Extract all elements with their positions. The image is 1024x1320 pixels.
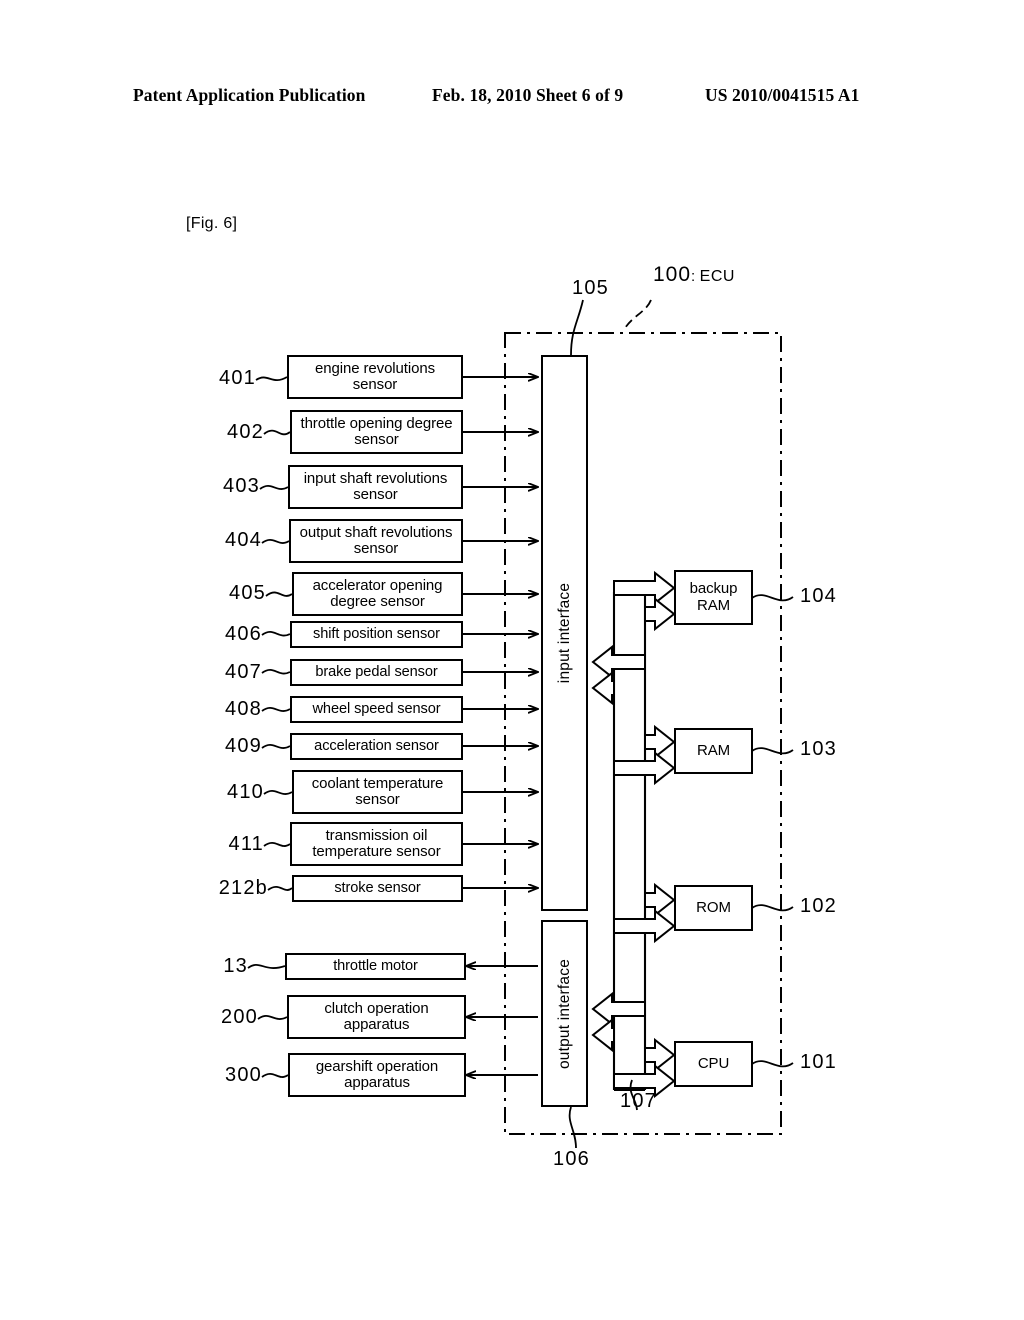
memory-box-ram[interactable]: RAM xyxy=(674,728,753,774)
ref-numeral-300: 300 xyxy=(225,1064,262,1086)
sensor-box-212b[interactable]: stroke sensor xyxy=(292,875,463,902)
sensor-box-403[interactable]: input shaft revolutions sensor xyxy=(288,465,463,509)
sensor-label-411: transmission oil temperature sensor xyxy=(312,826,441,860)
sensor-label-406: shift position sensor xyxy=(313,625,440,642)
ecu-reference-tag: 100: ECU xyxy=(653,263,735,287)
ref-numeral-404: 404 xyxy=(225,529,262,551)
ref-numeral-410: 410 xyxy=(227,781,264,803)
ref-numeral-212b: 212b xyxy=(218,877,268,899)
actuator-box-300[interactable]: gearshift operation apparatus xyxy=(288,1053,466,1097)
ref-numeral-13: 13 xyxy=(223,955,248,977)
ref-numeral-102: 102 xyxy=(800,895,837,917)
interface-block-arrows xyxy=(591,644,646,1053)
sensor-label-403: input shaft revolutions sensor xyxy=(303,469,448,503)
ref-numeral-101: 101 xyxy=(800,1051,837,1073)
ref-numeral-107: 107 xyxy=(620,1090,657,1112)
sensor-box-411[interactable]: transmission oil temperature sensor xyxy=(290,822,463,866)
memory-box-backup-ram[interactable]: backup RAM xyxy=(674,570,753,625)
sensor-label-401: engine revolutions sensor xyxy=(315,359,435,393)
ref-numeral-407: 407 xyxy=(225,661,262,683)
ref-numeral-106: 106 xyxy=(553,1148,590,1170)
cpu-label: CPU xyxy=(697,1054,730,1072)
sensor-label-212b: stroke sensor xyxy=(334,879,421,896)
sensor-label-402: throttle opening degree sensor xyxy=(300,414,453,448)
memory-box-rom[interactable]: ROM xyxy=(674,885,753,931)
actuator-label-200: clutch operation apparatus xyxy=(324,999,429,1033)
sensor-box-407[interactable]: brake pedal sensor xyxy=(290,659,463,686)
actuator-label-13: throttle motor xyxy=(333,957,418,974)
sensor-box-406[interactable]: shift position sensor xyxy=(290,621,463,648)
ref-numeral-104: 104 xyxy=(800,585,837,607)
ref-numeral-105: 105 xyxy=(572,277,609,299)
ecu-separator: : xyxy=(691,268,696,285)
sensor-box-401[interactable]: engine revolutions sensor xyxy=(287,355,463,399)
input-interface-box[interactable]: input interface xyxy=(541,355,588,911)
sensor-label-410: coolant temperature sensor xyxy=(311,774,444,808)
ref-numeral-103: 103 xyxy=(800,738,837,760)
ecu-ref-number: 100 xyxy=(653,263,692,286)
output-interface-label: output interface xyxy=(555,958,573,1069)
ref-numeral-200: 200 xyxy=(221,1006,258,1028)
input-interface-label: input interface xyxy=(555,582,573,684)
figure-6-block-diagram xyxy=(0,0,1024,1320)
sensor-box-402[interactable]: throttle opening degree sensor xyxy=(290,410,463,454)
ref-numeral-409: 409 xyxy=(225,735,262,757)
actuator-label-300: gearshift operation apparatus xyxy=(315,1057,439,1091)
actuator-box-13[interactable]: throttle motor xyxy=(285,953,466,980)
sensor-box-408[interactable]: wheel speed sensor xyxy=(290,696,463,723)
ref-numeral-406: 406 xyxy=(225,623,262,645)
cpu-box[interactable]: CPU xyxy=(674,1041,753,1087)
output-interface-box[interactable]: output interface xyxy=(541,920,588,1107)
memory-label-rom: ROM xyxy=(696,898,731,916)
ref-numeral-405: 405 xyxy=(229,582,266,604)
sensor-label-409: acceleration sensor xyxy=(314,737,439,754)
actuator-box-200[interactable]: clutch operation apparatus xyxy=(287,995,466,1039)
sensor-box-404[interactable]: output shaft revolutions sensor xyxy=(289,519,463,563)
ref-numeral-402: 402 xyxy=(227,421,264,443)
sensor-connector-lines xyxy=(463,377,538,888)
ref-numeral-401: 401 xyxy=(219,367,256,389)
ref-numeral-403: 403 xyxy=(223,475,260,497)
sensor-box-410[interactable]: coolant temperature sensor xyxy=(292,770,463,814)
sensor-label-404: output shaft revolutions sensor xyxy=(299,523,453,557)
sensor-box-409[interactable]: acceleration sensor xyxy=(290,733,463,760)
ref-numeral-408: 408 xyxy=(225,698,262,720)
sensor-label-405: accelerator opening degree sensor xyxy=(312,576,443,610)
sensor-label-407: brake pedal sensor xyxy=(315,663,438,680)
sensor-label-408: wheel speed sensor xyxy=(312,700,441,717)
ecu-name-label: ECU xyxy=(699,268,735,285)
memory-label-ram: RAM xyxy=(696,741,731,759)
memory-label-backup-ram: backup RAM xyxy=(689,580,738,614)
sensor-box-405[interactable]: accelerator opening degree sensor xyxy=(292,572,463,616)
ref-numeral-411: 411 xyxy=(228,833,264,855)
actuator-connector-lines xyxy=(466,966,538,1075)
